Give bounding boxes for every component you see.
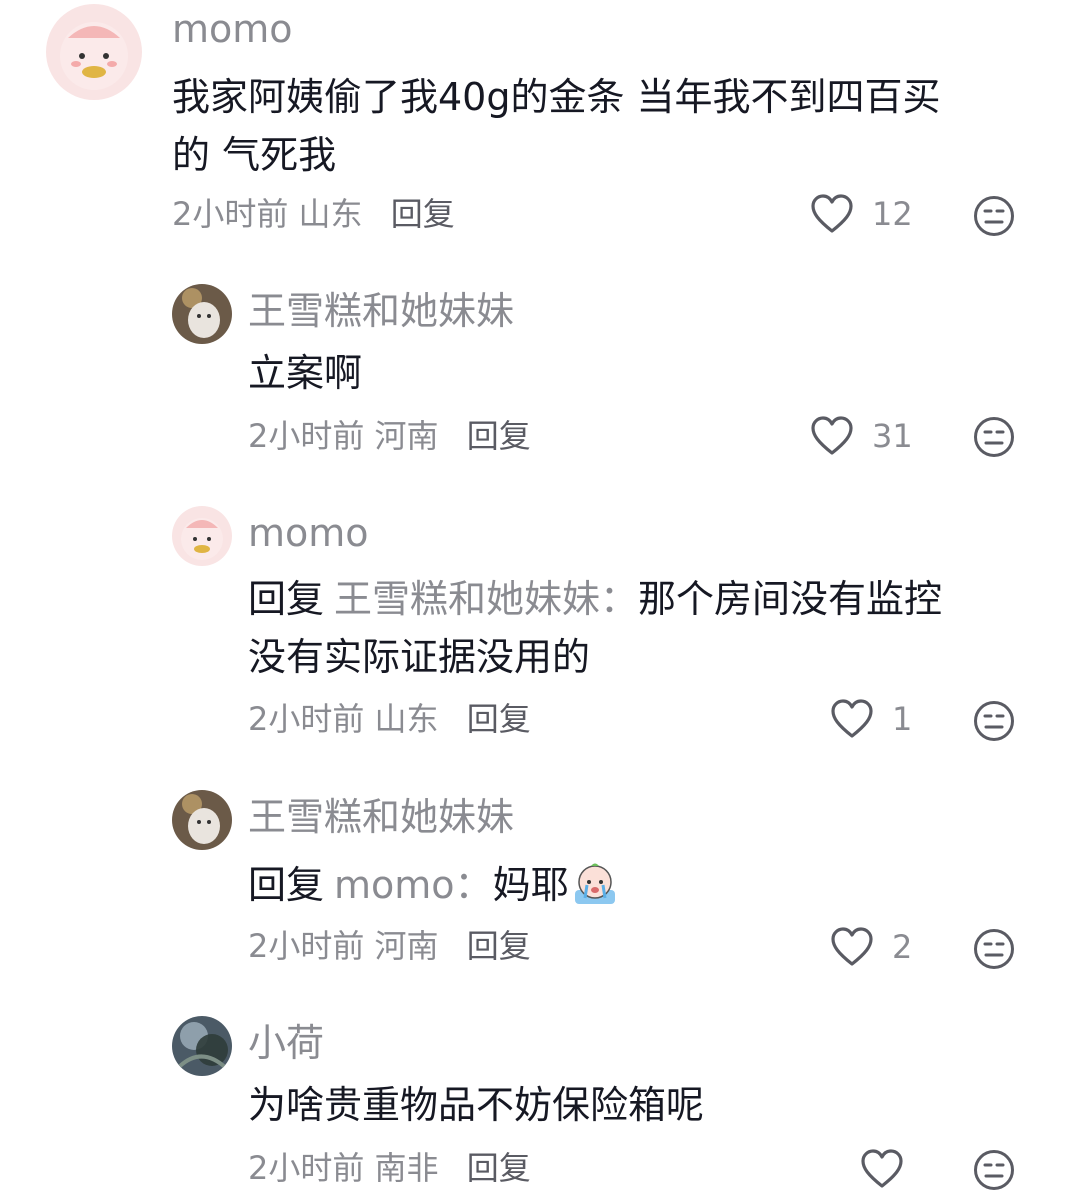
reply-button[interactable]: 回复 (467, 700, 531, 738)
comment-time: 2小时前 (248, 417, 365, 455)
comment-text: 为啥贵重物品不妨保险箱呢 (248, 1083, 705, 1127)
author-name[interactable]: momo (248, 514, 369, 552)
reply-button[interactable]: 回复 (391, 195, 455, 233)
avatar[interactable] (172, 1016, 232, 1076)
comment-text-segment: 那个房间没有监控 (638, 577, 943, 621)
meh-face-icon (974, 701, 1014, 741)
comment-text-line: 没有实际证据没用的 (248, 635, 591, 679)
comment-text-line: 的 气死我 (172, 133, 337, 177)
avatar[interactable] (172, 790, 232, 850)
author-name[interactable]: 王雪糕和她妹妹 (248, 292, 514, 330)
comment-meta: 2小时前 河南 回复 (248, 420, 531, 452)
author-name[interactable]: 王雪糕和她妹妹 (248, 798, 514, 836)
heart-outline-icon (811, 194, 853, 233)
comment-meta: 2小时前 南非 回复 (248, 1152, 531, 1184)
comment-meta: 2小时前 山东 回复 (172, 198, 455, 230)
dislike-button[interactable] (973, 195, 1015, 237)
comment-location: 南非 (374, 1149, 439, 1187)
comment-text: 回复 momo：妈耶 (248, 856, 619, 914)
reply-prefix: 回复 (248, 577, 325, 621)
avatar[interactable] (172, 506, 232, 566)
like-count: 1 (892, 700, 913, 738)
dislike-button[interactable] (973, 1149, 1015, 1191)
reply-button[interactable]: 回复 (467, 927, 531, 965)
like-count: 2 (892, 928, 913, 966)
dislike-button[interactable] (973, 416, 1015, 458)
comment-time: 2小时前 (248, 700, 365, 738)
like-count: 31 (872, 417, 913, 455)
like-button[interactable] (860, 1149, 904, 1189)
comment-text: 回复 王雪糕和她妹妹：那个房间没有监控 没有实际证据没用的 (248, 570, 1048, 686)
crying-peach-sticker (571, 860, 619, 906)
heart-outline-icon (861, 1149, 903, 1188)
heart-outline-icon (831, 927, 873, 966)
like-button[interactable]: 31 (810, 416, 913, 456)
like-count: 12 (872, 195, 913, 233)
author-name[interactable]: 小荷 (248, 1024, 324, 1062)
comment-text: 立案啊 (248, 351, 363, 395)
like-button[interactable]: 1 (830, 699, 912, 739)
heart-outline-icon (831, 699, 873, 738)
comment-location: 山东 (298, 195, 363, 233)
meh-face-icon (974, 929, 1014, 969)
meh-face-icon (974, 417, 1014, 457)
meh-face-icon (974, 1150, 1014, 1190)
comment-text: 我家阿姨偷了我40g的金条 当年我不到四百买 的 气死我 (172, 68, 1052, 184)
author-name[interactable]: momo (172, 10, 293, 48)
comment-text-segment: 妈耶 (492, 863, 569, 907)
meh-face-icon (974, 196, 1014, 236)
heart-outline-icon (811, 416, 853, 455)
comment-time: 2小时前 (172, 195, 289, 233)
comment-meta: 2小时前 山东 回复 (248, 703, 531, 735)
reply-prefix: 回复 (248, 863, 325, 907)
comment-time: 2小时前 (248, 1149, 365, 1187)
comment-location: 河南 (374, 927, 439, 965)
reply-button[interactable]: 回复 (467, 417, 531, 455)
comment-text-line: 我家阿姨偷了我40g的金条 当年我不到四百买 (172, 75, 941, 119)
comment-location: 山东 (374, 700, 439, 738)
comment-meta: 2小时前 河南 回复 (248, 930, 531, 962)
like-button[interactable]: 2 (830, 927, 912, 967)
reply-button[interactable]: 回复 (467, 1149, 531, 1187)
reply-target-name[interactable]: momo： (334, 863, 493, 907)
avatar[interactable] (46, 4, 142, 100)
dislike-button[interactable] (973, 928, 1015, 970)
dislike-button[interactable] (973, 700, 1015, 742)
comment-location: 河南 (374, 417, 439, 455)
comment-text-line: 回复 王雪糕和她妹妹：那个房间没有监控 (248, 570, 1048, 628)
like-button[interactable]: 12 (810, 194, 913, 234)
comment-time: 2小时前 (248, 927, 365, 965)
reply-target-name[interactable]: 王雪糕和她妹妹： (334, 577, 638, 621)
avatar[interactable] (172, 284, 232, 344)
